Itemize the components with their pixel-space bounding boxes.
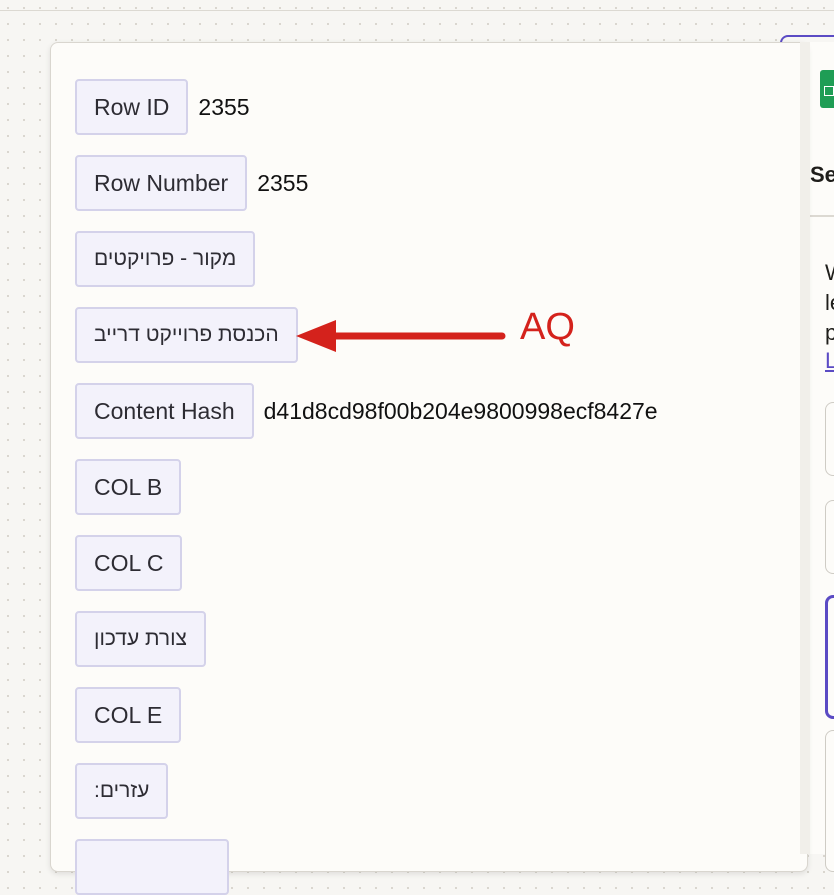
- side-panel-text-line: p: [825, 320, 834, 345]
- field-row[interactable]: Content Hash d41d8cd98f00b204e9800998ecf…: [75, 383, 658, 439]
- side-panel-learn-more-link[interactable]: L: [825, 348, 834, 374]
- field-row[interactable]: מקור - פרויקטים: [75, 231, 256, 287]
- side-panel-divider: [808, 215, 834, 217]
- side-panel-option-selected[interactable]: [825, 595, 834, 719]
- field-row[interactable]: [75, 839, 229, 895]
- field-chip[interactable]: צורת עדכון: [75, 611, 207, 667]
- field-chip[interactable]: COL B: [75, 459, 182, 515]
- side-panel-option[interactable]: [825, 730, 834, 872]
- top-divider: [0, 10, 834, 11]
- field-row[interactable]: COL B: [75, 459, 182, 515]
- panel-scrollbar[interactable]: [800, 42, 810, 854]
- field-row[interactable]: Row ID 2355: [75, 79, 250, 135]
- field-chip[interactable]: הכנסת פרוייקט דרייב: [75, 307, 298, 363]
- field-chip[interactable]: מקור - פרויקטים: [75, 231, 256, 287]
- google-sheets-icon: [820, 70, 834, 108]
- field-chip[interactable]: COL C: [75, 535, 183, 591]
- field-row[interactable]: עזרים:: [75, 763, 169, 819]
- field-chip[interactable]: עזרים:: [75, 763, 169, 819]
- side-panel-option[interactable]: [825, 500, 834, 574]
- field-chip[interactable]: COL E: [75, 687, 182, 743]
- side-panel-title: Se: [810, 162, 834, 187]
- field-row[interactable]: הכנסת פרוייקט דרייב: [75, 307, 298, 363]
- field-chip[interactable]: [75, 839, 229, 895]
- field-value: 2355: [198, 93, 250, 120]
- field-row[interactable]: COL C: [75, 535, 183, 591]
- side-panel-text-line: W: [825, 258, 834, 288]
- side-panel-option[interactable]: [825, 402, 834, 476]
- field-value: 2355: [257, 169, 309, 196]
- field-chip[interactable]: Content Hash: [75, 383, 254, 439]
- field-chip[interactable]: Row Number: [75, 155, 248, 211]
- field-row[interactable]: COL E: [75, 687, 182, 743]
- annotation-arrow-icon: [296, 320, 506, 352]
- field-row[interactable]: Row Number 2355: [75, 155, 308, 211]
- field-chip[interactable]: Row ID: [75, 79, 189, 135]
- field-value: d41d8cd98f00b204e9800998ecf8427e: [263, 397, 658, 424]
- side-panel-text-line: le: [825, 290, 834, 315]
- annotation-label: AQ: [520, 306, 575, 348]
- field-row[interactable]: צורת עדכון: [75, 611, 207, 667]
